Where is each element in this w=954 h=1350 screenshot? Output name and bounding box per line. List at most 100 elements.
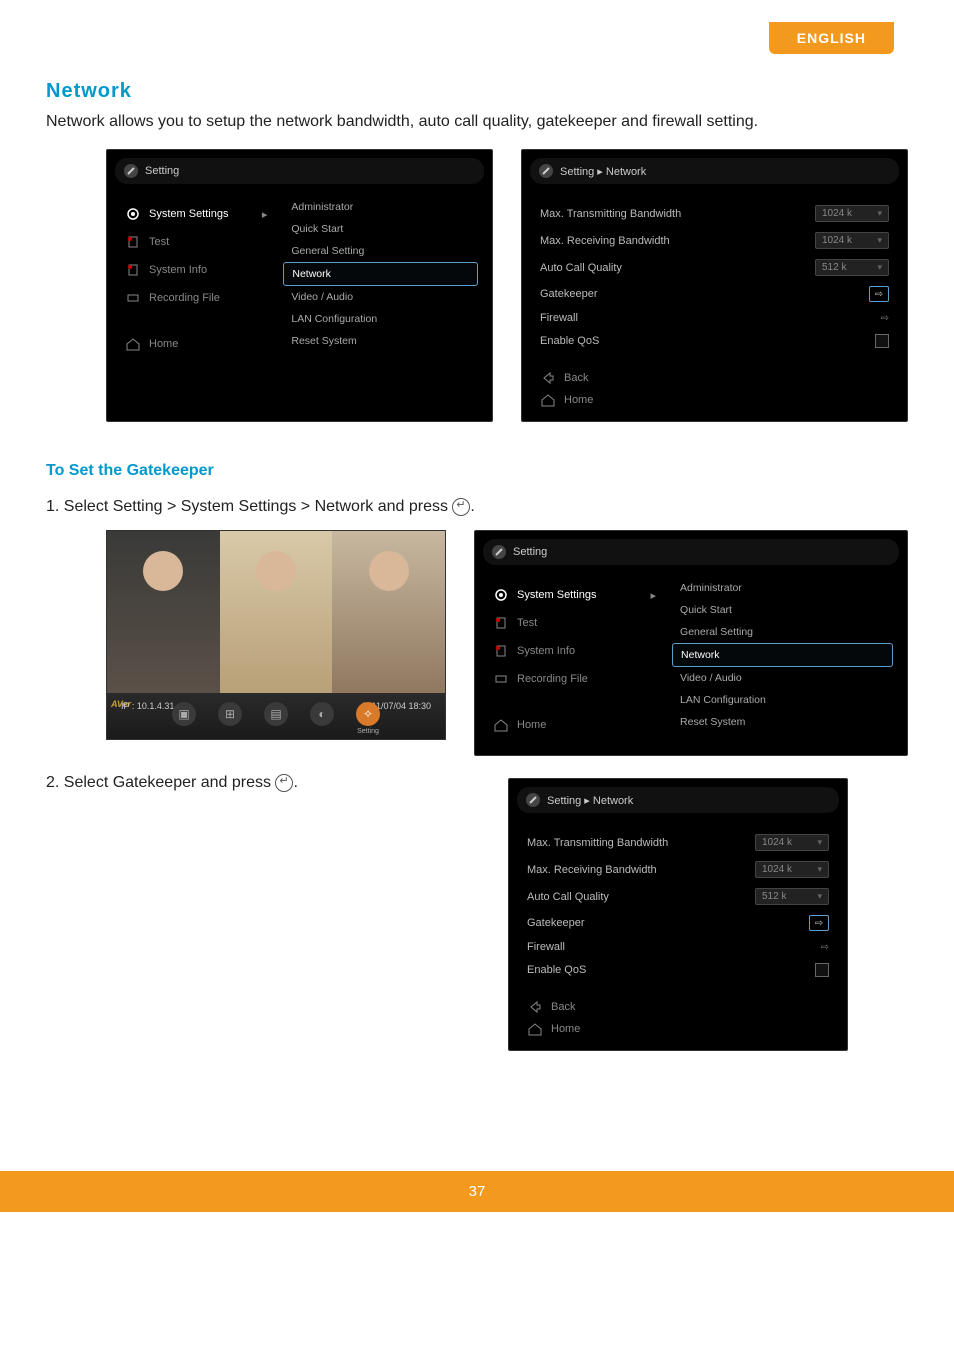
- menu-item-network[interactable]: Network: [283, 262, 478, 286]
- row-label: Max. Receiving Bandwidth: [540, 235, 670, 247]
- nav-home[interactable]: Home: [527, 1018, 829, 1040]
- row-label: Auto Call Quality: [527, 891, 609, 903]
- toolbar-item-setting[interactable]: ✧ Setting: [356, 702, 380, 735]
- info-icon: [125, 262, 141, 278]
- sidebar-item-home[interactable]: Home: [119, 330, 273, 358]
- step-1: 1. Select Setting > System Settings > Ne…: [46, 498, 908, 516]
- settings-sidebar: System Settings ▸ Test System Info Recor…: [483, 573, 666, 747]
- row-max-tx: Max. Transmitting Bandwidth 1024 k ▾: [527, 829, 829, 856]
- menu-item-network[interactable]: Network: [672, 643, 893, 667]
- select-auto-call[interactable]: 512 k ▾: [815, 259, 889, 276]
- gatekeeper-arrow[interactable]: ⇨: [869, 286, 889, 302]
- settings-menu: Administrator Quick Start General Settin…: [666, 573, 899, 747]
- sidebar-label: System Info: [517, 645, 575, 657]
- select-max-rx[interactable]: 1024 k ▾: [815, 232, 889, 249]
- nav-back[interactable]: Back: [527, 996, 829, 1018]
- sidebar-item-system-info[interactable]: System Info: [119, 256, 273, 284]
- menu-item-quick-start[interactable]: Quick Start: [283, 218, 478, 240]
- select-max-rx[interactable]: 1024 k ▾: [755, 861, 829, 878]
- wrench-icon: [123, 163, 139, 179]
- menu-item-video-audio[interactable]: Video / Audio: [672, 667, 893, 689]
- sidebar-item-test[interactable]: Test: [487, 609, 662, 637]
- screenshot-row-1: Setting System Settings ▸ Test Syst: [46, 149, 908, 422]
- select-value: 512 k: [822, 262, 846, 273]
- qos-checkbox[interactable]: [875, 334, 889, 348]
- row-label: Gatekeeper: [540, 288, 597, 300]
- home-icon: [493, 717, 509, 733]
- sidebar-label: System Settings: [517, 589, 596, 601]
- nav-label: Home: [551, 1023, 580, 1035]
- select-max-tx[interactable]: 1024 k ▾: [815, 205, 889, 222]
- sidebar-item-test[interactable]: Test: [119, 228, 273, 256]
- nav-label: Back: [564, 372, 588, 384]
- dial-icon: ⊞: [218, 702, 242, 726]
- breadcrumb-text: Setting ▸ Network: [560, 165, 646, 178]
- menu-item-lan-config[interactable]: LAN Configuration: [672, 689, 893, 711]
- sidebar-label: Test: [517, 617, 537, 629]
- sidebar-item-recording-file[interactable]: Recording File: [119, 284, 273, 312]
- screenshot-row-3: Setting ▸ Network Max. Transmitting Band…: [46, 778, 908, 1051]
- breadcrumb: Setting ▸ Network: [517, 787, 839, 813]
- toolbar-item[interactable]: ▤: [264, 702, 288, 735]
- firewall-arrow[interactable]: ⇨: [881, 313, 889, 324]
- select-max-tx[interactable]: 1024 k ▾: [755, 834, 829, 851]
- caret-down-icon: ▾: [877, 235, 882, 246]
- menu-item-lan-config[interactable]: LAN Configuration: [283, 308, 478, 330]
- gatekeeper-arrow[interactable]: ⇨: [809, 915, 829, 931]
- row-label: Max. Receiving Bandwidth: [527, 864, 657, 876]
- section-title: Network: [46, 80, 908, 103]
- breadcrumb-text: Setting ▸ Network: [547, 794, 633, 807]
- select-value: 1024 k: [822, 208, 852, 219]
- person-silhouette: [332, 531, 445, 693]
- menu-item-administrator[interactable]: Administrator: [283, 196, 478, 218]
- menu-item-general-setting[interactable]: General Setting: [672, 621, 893, 643]
- menu-item-reset-system[interactable]: Reset System: [283, 330, 478, 352]
- caret-down-icon: ▾: [877, 262, 882, 273]
- settings-menu: Administrator Quick Start General Settin…: [277, 192, 484, 366]
- back-icon: [540, 370, 556, 386]
- caret-down-icon: ▾: [817, 837, 822, 848]
- select-auto-call[interactable]: 512 k ▾: [755, 888, 829, 905]
- breadcrumb: Setting ▸ Network: [530, 158, 899, 184]
- nav-home[interactable]: Home: [540, 389, 889, 411]
- recording-icon: [125, 290, 141, 306]
- row-max-tx: Max. Transmitting Bandwidth 1024 k ▾: [540, 200, 889, 227]
- sidebar-item-recording-file[interactable]: Recording File: [487, 665, 662, 693]
- phonebook-icon: ▤: [264, 702, 288, 726]
- clipboard-icon: [493, 615, 509, 631]
- person-silhouette: [220, 531, 333, 693]
- settings-panel-2: Setting System Settings ▸ Test Syst: [474, 530, 908, 756]
- sidebar-item-home[interactable]: Home: [487, 711, 662, 739]
- home-icon: [527, 1021, 543, 1037]
- wrench-icon: [491, 544, 507, 560]
- nav-back[interactable]: Back: [540, 367, 889, 389]
- menu-item-reset-system[interactable]: Reset System: [672, 711, 893, 733]
- breadcrumb-text: Setting: [145, 165, 179, 177]
- sidebar-label: Test: [149, 236, 169, 248]
- intro-text: Network allows you to setup the network …: [46, 113, 908, 131]
- page-number: 37: [469, 1183, 486, 1200]
- toolbar-item[interactable]: ⊞: [218, 702, 242, 735]
- step-suffix: .: [293, 774, 297, 791]
- network-panel: Setting ▸ Network Max. Transmitting Band…: [521, 149, 908, 422]
- row-label: Gatekeeper: [527, 917, 584, 929]
- gear-icon: [493, 587, 509, 603]
- enter-icon: [275, 774, 293, 792]
- sidebar-item-system-info[interactable]: System Info: [487, 637, 662, 665]
- sidebar-label: Home: [149, 338, 178, 350]
- toolbar-item[interactable]: ◐: [310, 702, 334, 735]
- menu-item-quick-start[interactable]: Quick Start: [672, 599, 893, 621]
- menu-item-video-audio[interactable]: Video / Audio: [283, 286, 478, 308]
- sidebar-item-system-settings[interactable]: System Settings ▸: [487, 581, 662, 609]
- toolbar-item[interactable]: ▣: [172, 702, 196, 735]
- step-text: 2. Select Gatekeeper and press: [46, 774, 275, 791]
- row-firewall: Firewall ⇨: [527, 936, 829, 958]
- firewall-arrow[interactable]: ⇨: [821, 942, 829, 953]
- home-icon: [125, 336, 141, 352]
- qos-checkbox[interactable]: [815, 963, 829, 977]
- sidebar-item-system-settings[interactable]: System Settings ▸: [119, 200, 273, 228]
- wrench-icon: [538, 163, 554, 179]
- menu-item-general-setting[interactable]: General Setting: [283, 240, 478, 262]
- select-value: 1024 k: [822, 235, 852, 246]
- menu-item-administrator[interactable]: Administrator: [672, 577, 893, 599]
